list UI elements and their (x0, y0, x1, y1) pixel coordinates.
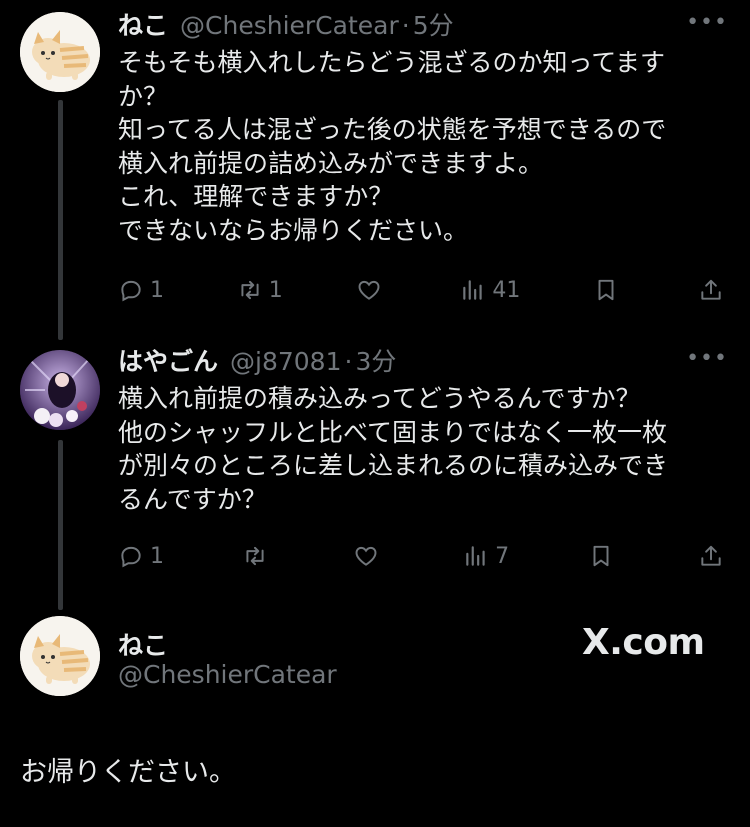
heart-icon (358, 280, 380, 300)
bookmark-button[interactable] (588, 543, 620, 569)
tweet-text-line: 知ってる人は混ざった後の状態を予想できるので (118, 115, 667, 144)
timestamp[interactable]: 5分 (413, 6, 454, 42)
tweet-2[interactable]: はやごん @j87081 · 3分 ••• 横入れ前提の積み込みってどうやるんで… (118, 342, 730, 569)
tweet-text-line: できないならお帰りください。 (118, 215, 469, 245)
tweet-text-line: そもそも横入れしたらどう混ざるのか知ってます (118, 48, 666, 77)
tweet-actions: 1 1 41 (118, 274, 730, 306)
bookmark-button[interactable] (593, 277, 625, 303)
more-icon[interactable]: ••• (686, 346, 728, 371)
bookmark-icon (593, 545, 609, 567)
retweet-icon (241, 280, 259, 300)
tweet-text-line: これ、理解できますか？ (118, 182, 394, 211)
retweet-icon (246, 546, 264, 566)
user-handle[interactable]: @CheshierCatear (180, 11, 399, 40)
share-button[interactable] (698, 543, 730, 569)
more-icon[interactable]: ••• (686, 10, 728, 35)
views-icon (463, 280, 483, 300)
share-icon (701, 279, 721, 300)
tweet-actions: 1 7 (118, 540, 730, 572)
tweet-text-line: 他のシャッフルと比べて固まりではなく一枚一枚 (118, 417, 668, 447)
avatar[interactable] (20, 12, 100, 92)
tweet-text: お帰りください。 (20, 757, 236, 788)
tweet-text-line: るんですか？ (118, 484, 267, 514)
tweet-header: ねこ @CheshierCatear · 5分 (118, 6, 730, 46)
tweet-text-line: が別々のところに差し込まれるのに積み込みでき (118, 451, 669, 480)
thread-line (58, 100, 63, 340)
like-button[interactable] (353, 543, 385, 569)
thread-line (58, 440, 63, 610)
separator-dot: · (344, 347, 353, 376)
tweet-text-line: か？ (118, 81, 169, 111)
reply-button[interactable]: 1 (118, 543, 164, 569)
tweet-1[interactable]: ねこ @CheshierCatear · 5分 ••• そもそも横入れしたらどう… (118, 6, 730, 303)
heart-icon (355, 546, 377, 566)
like-button[interactable] (356, 277, 388, 303)
tweet-header: はやごん @j87081 · 3分 (118, 342, 730, 382)
x-com-watermark: X.com (582, 622, 705, 663)
reply-button[interactable]: 1 (118, 277, 164, 303)
reply-icon (121, 280, 141, 302)
tweet-text-line: 横入れ前提の積み込みってどうやるんですか？ (118, 384, 641, 413)
tweet-text-line: 横入れ前提の詰め込みができますよ。 (118, 148, 544, 178)
views-icon (466, 546, 485, 566)
timestamp[interactable]: 3分 (355, 342, 396, 378)
avatar[interactable] (20, 616, 100, 696)
reply-count: 1 (150, 543, 164, 569)
display-name[interactable]: はやごん (118, 342, 218, 378)
bookmark-icon (598, 279, 614, 301)
share-icon (701, 545, 721, 566)
user-handle[interactable]: @j87081 (230, 347, 341, 376)
views-button[interactable]: 7 (463, 543, 509, 569)
share-button[interactable] (698, 277, 730, 303)
avatar[interactable] (20, 350, 100, 430)
tweet-text: 横入れ前提の積み込みってどうやるんですか？ 他のシャッフルと比べて固まりではなく… (118, 382, 730, 516)
views-count: 7 (495, 543, 510, 569)
display-name[interactable]: ねこ (118, 6, 168, 42)
views-button[interactable]: 41 (460, 277, 520, 303)
display-name[interactable]: ねこ (118, 626, 168, 662)
separator-dot: · (401, 11, 410, 40)
retweet-button[interactable]: 1 (237, 277, 283, 303)
tweet-text: そもそも横入れしたらどう混ざるのか知ってます か？ 知ってる人は混ざった後の状態… (118, 46, 730, 247)
user-handle[interactable]: @CheshierCatear (118, 660, 337, 689)
reply-icon (121, 546, 141, 568)
retweet-count: 1 (268, 277, 283, 303)
views-count: 41 (492, 277, 521, 303)
reply-count: 1 (150, 277, 164, 303)
retweet-button[interactable] (242, 543, 274, 569)
